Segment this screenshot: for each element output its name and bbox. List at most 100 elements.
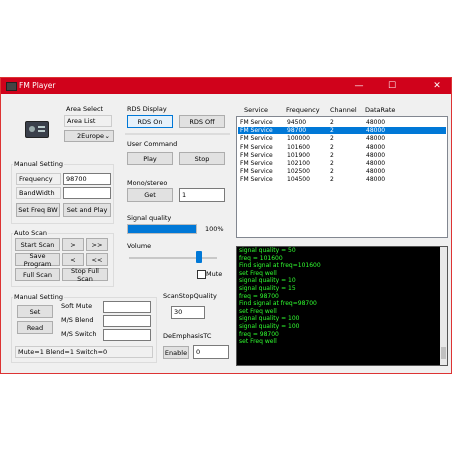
deemphasis-heading: DeEmphasisTC [163,332,212,340]
service-cell: FM Service [240,151,273,159]
service-row[interactable]: FM Service 102100 2 48000 [238,160,446,167]
bandwidth-label: BandWidth [16,187,61,199]
log-line: set Freq well [239,269,277,277]
signal-quality-bar [127,224,197,234]
log-line: freq = 98700 [239,292,279,300]
frequency-input[interactable]: 98700 [63,173,111,185]
full-scan-button[interactable]: Full Scan [15,268,60,281]
service-row[interactable]: FM Service 102500 2 48000 [238,168,446,175]
log-line: freq = 101600 [239,254,283,262]
service-row[interactable]: FM Service 100000 2 48000 [238,135,446,142]
bandwidth-input[interactable] [63,187,111,199]
deemphasis-input[interactable]: 0 [193,345,229,359]
service-cell: 2 [330,127,334,135]
log-console[interactable]: signal quality = 50 freq = 101600 Find sig… [236,246,448,366]
service-cell: 48000 [366,176,386,184]
log-scrollbar-thumb[interactable] [441,347,446,359]
radio-icon [25,121,49,138]
service-row[interactable]: FM Service 101600 2 48000 [238,144,446,151]
area-select-heading: Area Select [66,105,104,113]
mute-checkbox[interactable] [197,270,206,279]
log-line: signal quality = 15 [239,284,296,292]
service-cell: 104500 [287,176,310,184]
set-and-play-button[interactable]: Set and Play [63,203,111,217]
mono-stereo-heading: Mono/stereo [127,179,168,187]
close-button[interactable]: ✕ [429,80,445,92]
user-command-heading: User Command [127,140,178,148]
service-row[interactable]: FM Service 104500 2 48000 [238,176,446,183]
service-cell: 102100 [287,160,310,167]
maximize-button[interactable]: ☐ [384,80,400,92]
minimize-button[interactable]: — [351,80,367,92]
rds-off-button[interactable]: RDS Off [179,115,225,128]
service-cell: FM Service [240,143,273,151]
divider [125,133,230,135]
read-button[interactable]: Read [17,321,53,334]
save-program-button[interactable]: Save Program [15,252,60,268]
title-bar[interactable]: FM Player — ☐ ✕ [1,78,451,94]
fm-player-window: FM Player — ☐ ✕ Area Select Area List 2E… [0,77,452,374]
log-line: Find signal at freq=101600 [239,262,321,270]
log-line: Find signal at freq=98700 [239,300,317,308]
log-line: set Freq well [239,307,277,315]
col-header-service[interactable]: Service [244,106,268,114]
manual-setting-heading: Manual Setting [13,160,64,168]
col-header-datarate[interactable]: DataRate [365,106,395,114]
rds-on-button[interactable]: RDS On [127,115,173,128]
signal-quality-heading: Signal quality [127,214,172,222]
mono-stereo-value: 1 [179,188,225,202]
fast-prev-button[interactable]: << [86,253,108,266]
service-cell: 101900 [287,151,310,159]
service-row[interactable]: FM Service 98700 2 48000 [238,127,446,135]
play-button[interactable]: Play [127,152,173,165]
stop-full-scan-button[interactable]: Stop Full Scan [62,267,108,283]
service-cell: FM Service [240,119,273,126]
soft-mute-input[interactable] [103,301,151,313]
area-dropdown-value: 2Europe [77,132,104,140]
set-button[interactable]: Set [17,305,53,318]
mute-label: Mute [206,270,223,278]
service-cell: FM Service [240,176,273,184]
service-cell: 2 [330,160,334,167]
ms-switch-input[interactable] [103,329,151,341]
service-cell: 48000 [366,135,386,143]
ms-blend-label: M/S Blend [61,316,94,324]
log-line: signal quality = 10 [239,277,296,285]
service-cell: 48000 [366,127,386,135]
service-cell: 2 [330,119,334,126]
signal-quality-percent: 100% [205,225,224,233]
service-cell: FM Service [240,135,273,143]
next-button[interactable]: > [62,238,84,251]
ms-blend-input[interactable] [103,315,151,327]
auto-scan-heading: Auto Scan [13,229,48,237]
service-cell: 48000 [366,151,386,159]
area-list-field: Area List [64,115,112,127]
area-dropdown[interactable]: 2Europe ⌄ [64,130,114,142]
prev-button[interactable]: < [62,253,84,266]
service-cell: FM Service [240,160,273,167]
get-button[interactable]: Get [127,188,173,202]
scan-stop-quality-input[interactable]: 30 [171,306,205,319]
service-row[interactable]: FM Service 94500 2 48000 [238,119,446,126]
col-header-frequency[interactable]: Frequency [286,106,320,114]
service-cell: FM Service [240,127,273,135]
volume-slider-track [129,257,217,259]
service-list[interactable]: FM Service 94500 2 48000 FM Service 98700 2 480… [236,116,448,238]
start-scan-button[interactable]: Start Scan [15,238,60,251]
rds-display-heading: RDS Display [127,105,167,113]
scan-stop-quality-heading: ScanStopQuality [163,292,217,300]
set-freq-bw-button[interactable]: Set Freq BW [16,203,60,217]
service-row[interactable]: FM Service 101900 2 48000 [238,152,446,159]
app-icon [6,82,17,91]
fast-next-button[interactable]: >> [86,238,108,251]
service-cell: 48000 [366,168,386,176]
col-header-channel[interactable]: Channel [330,106,357,114]
log-scrollbar[interactable] [440,247,447,365]
volume-slider-thumb[interactable] [196,251,203,263]
enable-button[interactable]: Enable [163,346,189,359]
service-cell: 48000 [366,160,386,167]
log-line: freq = 98700 [239,330,279,338]
stop-button[interactable]: Stop [179,152,225,165]
frequency-label: Frequency [16,173,61,185]
service-cell: 2 [330,143,334,151]
